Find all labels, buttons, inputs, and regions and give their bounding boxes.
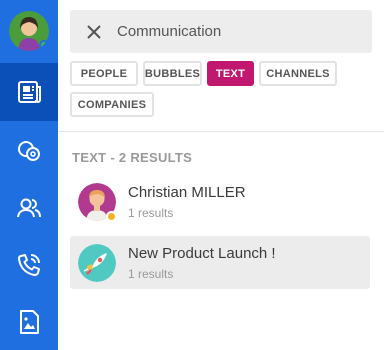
divider — [58, 131, 384, 132]
result-count: 1 results — [128, 206, 174, 220]
close-icon — [87, 24, 101, 39]
nav-contacts[interactable] — [0, 179, 58, 237]
file-image-icon — [20, 310, 39, 334]
result-title: Christian MILLER — [128, 184, 246, 201]
phone-icon — [18, 254, 40, 276]
rocket-icon — [78, 244, 116, 282]
app-window: PEOPLE BUBBLES TEXT CHANNELS COMPANIES T… — [0, 0, 384, 350]
nav-bubbles[interactable] — [0, 122, 58, 180]
newspaper-icon — [18, 81, 41, 103]
search-panel: PEOPLE BUBBLES TEXT CHANNELS COMPANIES T… — [58, 0, 384, 350]
sidebar — [0, 0, 58, 350]
status-away-indicator — [106, 211, 117, 222]
filter-bubbles[interactable]: BUBBLES — [143, 61, 202, 86]
result-title: New Product Launch ! — [128, 245, 276, 262]
result-item[interactable]: New Product Launch ! 1 results — [70, 236, 370, 289]
clear-search-button[interactable] — [79, 17, 109, 47]
result-item[interactable]: Christian MILLER 1 results — [70, 175, 370, 228]
nav-news[interactable] — [0, 63, 58, 121]
filter-text[interactable]: TEXT — [207, 61, 254, 86]
nav-phone[interactable] — [0, 236, 58, 294]
bubble-avatar — [78, 244, 116, 282]
nav-files[interactable] — [0, 293, 58, 350]
result-count: 1 results — [128, 267, 174, 281]
filter-companies[interactable]: COMPANIES — [70, 92, 154, 117]
presence-indicator — [39, 40, 49, 50]
bubbles-icon — [18, 141, 40, 161]
search-bar — [70, 10, 372, 53]
filter-people[interactable]: PEOPLE — [70, 61, 138, 86]
user-avatar[interactable] — [9, 11, 49, 51]
filter-channels[interactable]: CHANNELS — [259, 61, 337, 86]
search-input[interactable] — [117, 23, 357, 40]
contacts-icon — [17, 198, 41, 218]
results-section-title: TEXT - 2 RESULTS — [72, 150, 193, 165]
